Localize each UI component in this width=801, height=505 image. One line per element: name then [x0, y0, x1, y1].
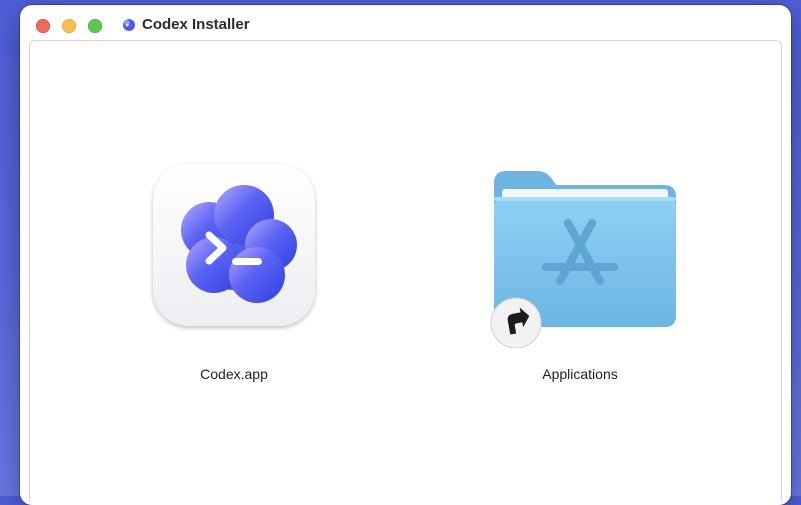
codex-title-icon — [123, 19, 135, 31]
close-button[interactable] — [36, 19, 50, 33]
installer-window: Codex Installer Codex.app Applications — [20, 5, 791, 505]
title-bar[interactable]: Codex Installer — [20, 5, 791, 41]
codex-app-icon[interactable] — [149, 160, 319, 332]
minimize-button[interactable] — [62, 19, 76, 33]
window-title: Codex Installer — [142, 16, 250, 33]
codex-app-label: Codex.app — [200, 366, 268, 382]
applications-label: Applications — [542, 366, 618, 382]
zoom-button[interactable] — [88, 19, 102, 33]
applications-folder-icon[interactable] — [480, 163, 680, 348]
alias-arrow-icon — [490, 297, 542, 348]
